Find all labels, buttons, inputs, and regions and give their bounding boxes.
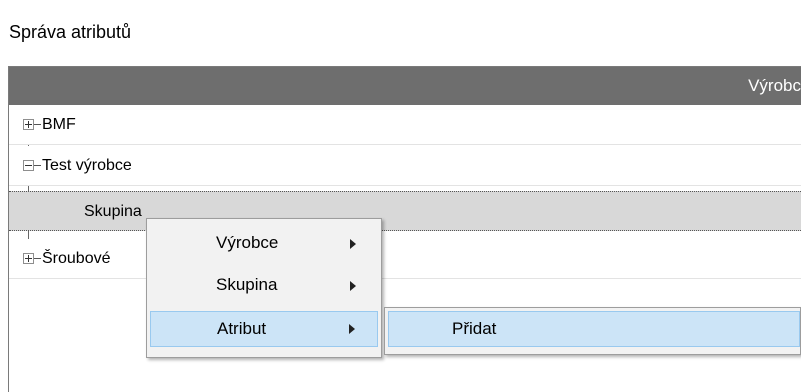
menu-item-atribut[interactable]: Atribut bbox=[150, 311, 378, 347]
tree-row-skupina[interactable]: Skupina bbox=[9, 191, 801, 231]
menu-item-label: Atribut bbox=[217, 319, 267, 338]
context-menu: Výrobce Skupina Atribut bbox=[146, 218, 382, 358]
tree-connector bbox=[34, 124, 41, 125]
menu-item-pridat[interactable]: Přidat bbox=[388, 311, 800, 347]
expand-plus-icon[interactable] bbox=[23, 119, 34, 130]
tree-connector bbox=[34, 165, 41, 166]
tree-row-label: BMF bbox=[42, 116, 76, 133]
tree-row-label: Test výrobce bbox=[42, 157, 132, 174]
grid-header: Výrobc bbox=[9, 67, 801, 105]
menu-item-vyrobce[interactable]: Výrobce bbox=[150, 225, 378, 261]
column-header-vyrobce[interactable]: Výrobc bbox=[748, 67, 801, 105]
tree-row-test-vyrobce[interactable]: Test výrobce bbox=[9, 146, 801, 186]
tree-row-label: Skupina bbox=[84, 203, 142, 220]
submenu-arrow-icon bbox=[349, 324, 355, 334]
menu-item-label: Přidat bbox=[452, 319, 497, 338]
submenu-atribut: Přidat bbox=[384, 307, 801, 355]
collapse-minus-icon[interactable] bbox=[23, 160, 34, 171]
menu-item-label: Skupina bbox=[216, 275, 278, 294]
menu-item-skupina[interactable]: Skupina bbox=[150, 267, 378, 303]
submenu-arrow-icon bbox=[350, 281, 356, 291]
tree-connector bbox=[34, 258, 41, 259]
tree-row-sroubove[interactable]: Šroubové bbox=[9, 239, 801, 279]
tree-row-bmf[interactable]: BMF bbox=[9, 105, 801, 145]
submenu-arrow-icon bbox=[350, 239, 356, 249]
expand-plus-icon[interactable] bbox=[23, 253, 34, 264]
window-title: Správa atributů bbox=[9, 22, 132, 42]
tree-row-label: Šroubové bbox=[42, 250, 111, 267]
menu-item-label: Výrobce bbox=[216, 233, 279, 252]
